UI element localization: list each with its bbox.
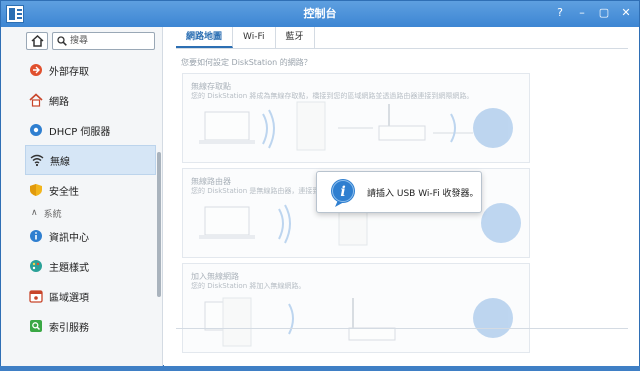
minimize-icon[interactable]: –	[575, 5, 589, 21]
access-point-diagram	[199, 101, 513, 151]
maximize-icon[interactable]: ▢	[597, 5, 611, 21]
sidebar-item-theme[interactable]: 主題樣式	[25, 251, 156, 281]
footer-divider	[176, 328, 628, 329]
sidebar-item-regional-options[interactable]: 區域選項	[25, 281, 156, 311]
tab-wifi[interactable]: Wi-Fi	[233, 27, 276, 48]
window-controls: ? – ▢ ✕	[553, 5, 633, 21]
sidebar-item-dhcp-server[interactable]: DHCP 伺服器	[25, 115, 156, 145]
sidebar-scrollbar[interactable]	[157, 152, 161, 297]
home-icon	[31, 35, 44, 47]
sidebar-item-index-service[interactable]: 索引服務	[25, 311, 156, 341]
section-label: 系統	[43, 209, 62, 220]
sidebar-item-security[interactable]: 安全性	[25, 175, 156, 205]
option-card-access-point[interactable]: 無線存取點 您的 DiskStation 將成為無線存取點，橋接到您的區域網路並…	[182, 73, 530, 163]
external-access-icon	[29, 63, 43, 77]
window-title: 控制台	[303, 7, 337, 20]
network-house-icon	[29, 93, 43, 107]
sidebar-item-label: 區域選項	[49, 292, 89, 304]
setup-question: 您要如何設定 DiskStation 的網路？	[181, 58, 312, 67]
search-input[interactable]: 搜尋	[52, 32, 155, 50]
tab-bar: 網路地圖 Wi-Fi 藍牙	[176, 27, 628, 49]
title-bar[interactable]: 控制台 ? – ▢ ✕	[1, 1, 639, 27]
sidebar-item-label: 安全性	[49, 186, 79, 198]
control-panel-window: 控制台 ? – ▢ ✕ 搜尋 外部存取 網路 DHCP 伺服器 無線 安全性 ∧…	[0, 0, 640, 366]
sidebar-item-wireless[interactable]: 無線	[25, 145, 156, 175]
search-icon	[57, 36, 67, 46]
sidebar-nav: 外部存取 網路 DHCP 伺服器 無線 安全性 ∧ 系統 資訊中心 主題樣式 區…	[25, 55, 156, 341]
sidebar: 搜尋 外部存取 網路 DHCP 伺服器 無線 安全性 ∧ 系統 資訊中心 主題樣…	[1, 27, 163, 366]
theme-palette-icon	[29, 259, 43, 273]
sidebar-item-external-access[interactable]: 外部存取	[25, 55, 156, 85]
sidebar-item-label: 資訊中心	[49, 232, 89, 244]
option-card-join-wireless[interactable]: 加入無線網路 您的 DiskStation 將加入無線網路。	[182, 263, 530, 353]
sidebar-item-label: 外部存取	[49, 66, 89, 78]
tab-network-map[interactable]: 網路地圖	[176, 27, 234, 48]
wireless-icon	[30, 153, 44, 167]
security-shield-icon	[29, 183, 43, 197]
sidebar-item-label: 主題樣式	[49, 262, 89, 274]
sidebar-item-info-center[interactable]: 資訊中心	[25, 221, 156, 251]
sidebar-item-label: DHCP 伺服器	[49, 126, 111, 138]
sidebar-item-label: 無線	[50, 156, 70, 168]
sidebar-item-label: 網路	[49, 96, 69, 108]
notice-message: 請插入 USB Wi-Fi 收發器。	[367, 189, 479, 199]
section-system-header[interactable]: ∧ 系統	[25, 205, 156, 221]
usb-wifi-notice: i 請插入 USB Wi-Fi 收發器。	[316, 171, 482, 213]
info-icon: i	[331, 179, 355, 207]
help-icon[interactable]: ?	[553, 5, 567, 21]
sidebar-item-network[interactable]: 網路	[25, 85, 156, 115]
sidebar-item-label: 索引服務	[49, 322, 89, 334]
regional-calendar-icon	[29, 289, 43, 303]
search-placeholder: 搜尋	[70, 36, 89, 46]
index-service-icon	[29, 319, 43, 333]
info-center-icon	[29, 229, 43, 243]
close-icon[interactable]: ✕	[619, 5, 633, 21]
home-button[interactable]	[26, 32, 48, 50]
chevron-up-icon: ∧	[31, 208, 38, 218]
join-wireless-diagram	[204, 297, 513, 347]
tab-bluetooth[interactable]: 藍牙	[276, 27, 315, 48]
svg-text:i: i	[340, 184, 345, 200]
dhcp-server-icon	[29, 123, 43, 137]
